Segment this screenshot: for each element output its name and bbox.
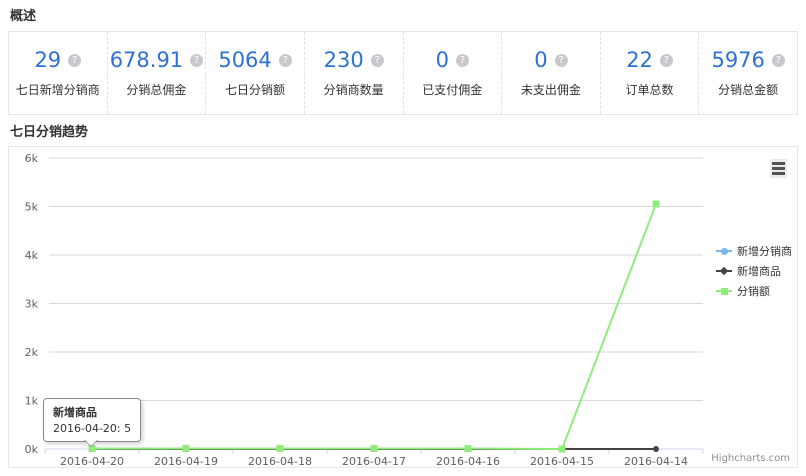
stat-label: 已支付佣金: [404, 81, 502, 98]
stat-value: 678.91: [110, 48, 183, 72]
stat-card-new-distributors-7d: 29? 七日新增分销商: [9, 32, 108, 114]
y-axis-tick-label: 5k: [25, 201, 39, 214]
x-axis-category-label: 2016-04-18: [248, 455, 312, 467]
y-axis-tick-label: 4k: [25, 249, 39, 262]
chart-legend: 新增分销商 新增商品 分销额: [716, 243, 792, 303]
stat-label: 七日新增分销商: [9, 81, 107, 98]
legend-marker-diamond-icon: [716, 266, 732, 276]
series-line-2[interactable]: [92, 204, 656, 449]
stat-value: 29: [34, 48, 61, 72]
tooltip-value: 2016-04-20: 5: [53, 422, 131, 435]
trend-section-title: 七日分销趋势: [10, 121, 88, 140]
x-axis-category-label: 2016-04-20: [60, 455, 124, 467]
help-icon[interactable]: ?: [68, 54, 81, 67]
stat-label: 分销商数量: [305, 81, 403, 98]
y-axis-tick-label: 6k: [25, 152, 39, 165]
highcharts-credits-link[interactable]: Highcharts.com: [711, 453, 790, 464]
x-axis-category-label: 2016-04-15: [530, 455, 594, 467]
legend-label: 新增商品: [737, 263, 781, 279]
help-icon[interactable]: ?: [371, 54, 384, 67]
y-axis-tick-label: 1k: [25, 395, 39, 408]
data-point-marker[interactable]: [277, 445, 284, 452]
data-point-marker[interactable]: [371, 445, 378, 452]
stat-card-sales-7d: 5064? 七日分销额: [206, 32, 305, 114]
stat-label: 订单总数: [601, 81, 699, 98]
help-icon[interactable]: ?: [772, 54, 785, 67]
help-icon[interactable]: ?: [279, 54, 292, 67]
data-point-marker[interactable]: [559, 446, 566, 453]
chart-tooltip: 新增商品 2016-04-20: 5: [43, 398, 141, 442]
stat-value: 230: [324, 48, 364, 72]
data-point-marker[interactable]: [465, 445, 472, 452]
x-axis-category-label: 2016-04-17: [342, 455, 406, 467]
stat-card-order-total: 22? 订单总数: [601, 32, 700, 114]
data-point-marker[interactable]: [183, 445, 190, 452]
stat-value: 5976: [711, 48, 764, 72]
legend-label: 新增分销商: [737, 243, 792, 259]
data-point-marker[interactable]: [653, 201, 660, 208]
legend-item-new-distributors[interactable]: 新增分销商: [716, 243, 792, 259]
help-icon[interactable]: ?: [555, 54, 568, 67]
legend-marker-square-icon: [716, 286, 732, 296]
legend-item-sales-amount[interactable]: 分销额: [716, 283, 792, 299]
stats-summary-panel: 29? 七日新增分销商 678.91? 分销总佣金 5064? 七日分销额 23…: [8, 31, 798, 115]
chart-export-menu-icon[interactable]: [770, 159, 787, 178]
x-axis-category-label: 2016-04-16: [436, 455, 500, 467]
stat-value: 5064: [218, 48, 271, 72]
stat-value: 0: [534, 48, 547, 72]
stat-label: 未支出佣金: [502, 81, 600, 98]
trend-chart: 6k 5k 4k 3k 2k 1k 0k 2016-04-20 2016-04-19 2016-0…: [8, 146, 798, 468]
y-axis-tick-label: 2k: [25, 346, 39, 359]
stat-card-distributor-count: 230? 分销商数量: [305, 32, 404, 114]
legend-label: 分销额: [737, 283, 770, 299]
x-axis-category-label: 2016-04-14: [624, 455, 688, 467]
stat-card-total-sales-amount: 5976? 分销总金额: [699, 32, 797, 114]
legend-item-new-products[interactable]: 新增商品: [716, 263, 792, 279]
y-axis-tick-label: 0k: [25, 443, 39, 456]
stat-label: 分销总金额: [699, 81, 797, 98]
stat-value: 22: [626, 48, 653, 72]
data-point-marker[interactable]: [653, 446, 659, 452]
help-icon[interactable]: ?: [660, 54, 673, 67]
y-axis-tick-label: 3k: [25, 298, 39, 311]
stat-label: 七日分销额: [206, 81, 304, 98]
legend-marker-circle-icon: [716, 246, 732, 256]
help-icon[interactable]: ?: [456, 54, 469, 67]
stat-value: 0: [436, 48, 449, 72]
stat-card-unpaid-commission: 0? 未支出佣金: [502, 32, 601, 114]
stat-card-paid-commission: 0? 已支付佣金: [404, 32, 503, 114]
stat-label: 分销总佣金: [108, 81, 206, 98]
overview-section-title: 概述: [10, 5, 36, 24]
help-icon[interactable]: ?: [190, 54, 203, 67]
stat-card-total-commission: 678.91? 分销总佣金: [108, 32, 207, 114]
x-axis-category-label: 2016-04-19: [154, 455, 218, 467]
tooltip-series-name: 新增商品: [53, 404, 131, 420]
